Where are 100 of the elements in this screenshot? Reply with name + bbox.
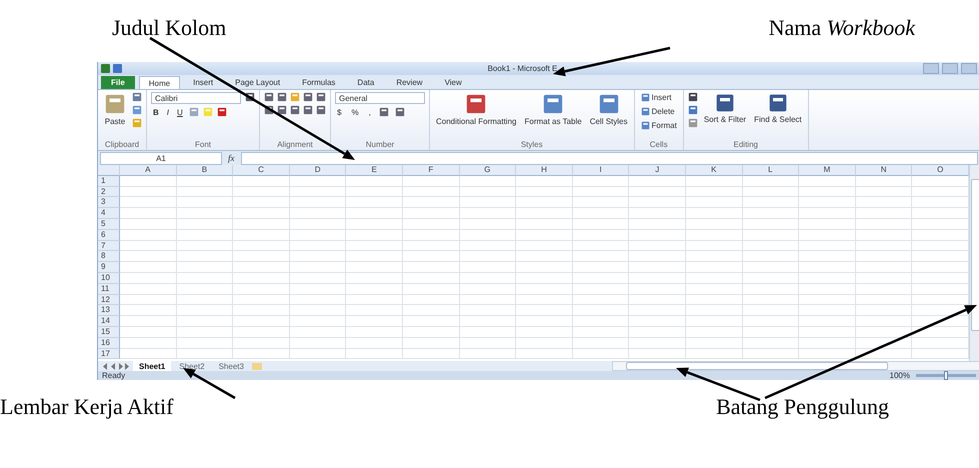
cell[interactable]: [856, 316, 912, 327]
cell[interactable]: [629, 305, 686, 316]
cell[interactable]: [629, 338, 686, 349]
cell-command-button[interactable]: Delete: [638, 106, 679, 117]
bold-button[interactable]: B: [151, 107, 161, 118]
font-name-dropdown[interactable]: Calibri: [151, 92, 241, 104]
cell[interactable]: [346, 240, 403, 252]
cell[interactable]: [346, 338, 403, 349]
style-button[interactable]: Format as Table: [522, 92, 584, 127]
cell[interactable]: [516, 316, 573, 327]
cell[interactable]: [856, 272, 912, 284]
cell[interactable]: [402, 230, 460, 241]
sheet-navigation-icon[interactable]: [101, 362, 131, 370]
cell[interactable]: [460, 197, 516, 208]
cell[interactable]: [460, 262, 516, 273]
cell[interactable]: [120, 272, 177, 284]
cell[interactable]: [629, 326, 686, 338]
cell[interactable]: [290, 240, 346, 252]
column-header[interactable]: C: [233, 165, 290, 176]
cell[interactable]: [912, 186, 969, 198]
cell[interactable]: [402, 326, 460, 338]
cell[interactable]: [799, 251, 856, 262]
cell[interactable]: [856, 186, 912, 198]
cell[interactable]: [629, 316, 686, 327]
number-format-button[interactable]: $: [335, 107, 344, 118]
cell[interactable]: [120, 284, 177, 295]
cell[interactable]: [120, 251, 177, 262]
cell[interactable]: [516, 208, 573, 219]
cell[interactable]: [233, 218, 290, 230]
cell[interactable]: [856, 240, 912, 252]
cell[interactable]: [120, 326, 177, 338]
column-header[interactable]: K: [686, 165, 743, 176]
cell[interactable]: [856, 294, 912, 306]
cell[interactable]: [742, 251, 800, 262]
cell[interactable]: [629, 218, 686, 230]
cell[interactable]: [799, 284, 856, 295]
cell[interactable]: [402, 197, 460, 208]
cell[interactable]: [176, 218, 234, 230]
cell[interactable]: [686, 186, 743, 198]
row-header[interactable]: 1: [98, 176, 120, 187]
row-header[interactable]: 9: [98, 262, 120, 273]
row-header[interactable]: 17: [98, 348, 120, 360]
cell[interactable]: [572, 251, 630, 262]
cell[interactable]: [176, 272, 234, 284]
cell[interactable]: [686, 176, 743, 187]
cell[interactable]: [856, 305, 912, 316]
cell[interactable]: [686, 305, 743, 316]
cell[interactable]: [912, 262, 969, 273]
cell[interactable]: [516, 251, 573, 262]
cell[interactable]: [742, 348, 800, 360]
cell[interactable]: [402, 294, 460, 306]
sheet-tab[interactable]: Sheet1: [133, 361, 172, 371]
cell[interactable]: [233, 262, 290, 273]
sheet-tab[interactable]: Sheet3: [212, 361, 250, 371]
cell[interactable]: [290, 218, 346, 230]
cell[interactable]: [233, 208, 290, 219]
cell[interactable]: [912, 316, 969, 327]
cell[interactable]: [912, 176, 969, 187]
column-header[interactable]: N: [856, 165, 912, 176]
cell[interactable]: [742, 230, 800, 241]
cell[interactable]: [742, 262, 800, 273]
cell[interactable]: [233, 338, 290, 349]
row-header[interactable]: 5: [98, 218, 120, 230]
cell[interactable]: [629, 294, 686, 306]
cell[interactable]: [516, 176, 573, 187]
cell[interactable]: [460, 218, 516, 230]
cell[interactable]: [176, 186, 234, 198]
cell[interactable]: [912, 218, 969, 230]
row-header[interactable]: 4: [98, 208, 120, 219]
cell[interactable]: [572, 186, 630, 198]
cell[interactable]: [742, 316, 800, 327]
cell[interactable]: [290, 262, 346, 273]
cell[interactable]: [176, 240, 234, 252]
cell[interactable]: [572, 176, 630, 187]
cell[interactable]: [686, 326, 743, 338]
ribbon-tab[interactable]: Formulas: [293, 76, 344, 89]
paste-button[interactable]: Paste: [102, 92, 128, 127]
cell[interactable]: [233, 230, 290, 241]
cell[interactable]: [233, 251, 290, 262]
row-header[interactable]: 2: [98, 186, 120, 198]
cell[interactable]: [233, 272, 290, 284]
cell[interactable]: [233, 305, 290, 316]
cell[interactable]: [742, 284, 800, 295]
cell[interactable]: [233, 197, 290, 208]
cell[interactable]: [402, 218, 460, 230]
cell[interactable]: [856, 208, 912, 219]
cell[interactable]: [686, 230, 743, 241]
cell[interactable]: [516, 305, 573, 316]
cell[interactable]: [742, 186, 800, 198]
cell[interactable]: [572, 326, 630, 338]
editing-button[interactable]: Sort & Filter: [702, 92, 748, 125]
cell[interactable]: [629, 272, 686, 284]
cell[interactable]: [799, 186, 856, 198]
row-header[interactable]: 3: [98, 197, 120, 208]
cell[interactable]: [516, 272, 573, 284]
cell[interactable]: [686, 197, 743, 208]
underline-button[interactable]: U: [175, 107, 185, 118]
cell[interactable]: [346, 251, 403, 262]
cell[interactable]: [572, 338, 630, 349]
cell[interactable]: [120, 262, 177, 273]
